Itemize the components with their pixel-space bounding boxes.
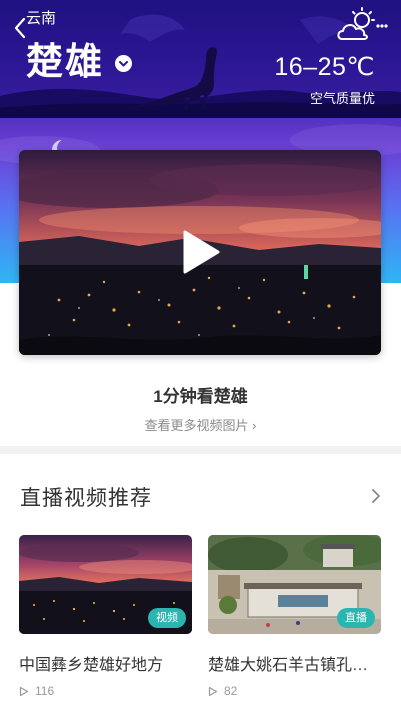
play-count-icon [208,686,218,696]
live-badge: 直播 [337,608,375,628]
recommend-card[interactable]: 视频 中国彝乡楚雄好地方 116 [19,535,192,698]
province-label: 云南 [26,10,57,27]
play-icon[interactable] [181,229,221,275]
air-quality-label: 空气质量优 [309,91,375,106]
city-select-chevron-icon[interactable] [115,54,132,72]
play-count-icon [19,686,29,696]
partly-cloudy-day-icon [337,7,388,40]
city-name: 楚雄 [26,41,104,82]
more-videos-link[interactable]: 查看更多视频图片 › [0,415,401,434]
recommend-title: 中国彝乡楚雄好地方 [19,657,164,674]
view-count-value: 116 [35,684,55,698]
temperature-range: 16–25℃ [274,53,375,81]
recommend-card[interactable]: 直播 楚雄大姚石羊古镇孔… 82 [208,535,381,698]
view-count-value: 82 [224,684,238,698]
section-title: 直播视频推荐 [20,487,152,510]
recommend-thumbnail: 视频 [19,535,192,634]
main-video-title: 1分钟看楚雄 [153,387,248,406]
city-row: 楚雄 [26,40,132,84]
recommend-thumbnail: 直播 [208,535,381,634]
recommend-title: 楚雄大姚石羊古镇孔… [208,657,369,674]
view-count: 116 [19,684,192,698]
video-badge: 视频 [148,608,186,628]
chevron-right-icon[interactable] [371,488,381,504]
view-count: 82 [208,684,381,698]
section-divider [0,446,401,454]
